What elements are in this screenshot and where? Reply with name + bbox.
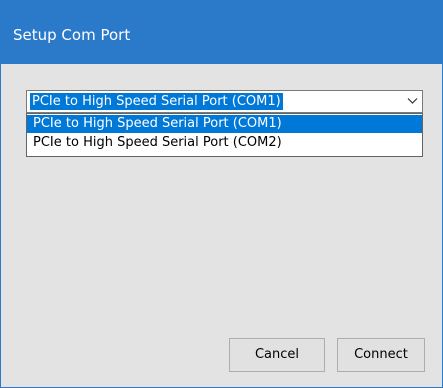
title-bar[interactable]: Setup Com Port	[1, 1, 442, 64]
com-port-dropdown-list: PCIe to High Speed Serial Port (COM1) PC…	[26, 113, 423, 157]
com-port-select[interactable]: PCIe to High Speed Serial Port (COM1)	[26, 90, 423, 113]
com-port-option-com1[interactable]: PCIe to High Speed Serial Port (COM1)	[27, 115, 422, 133]
cancel-button[interactable]: Cancel	[229, 338, 325, 372]
chevron-down-icon	[407, 98, 418, 104]
dialog-title: Setup Com Port	[13, 26, 131, 44]
setup-com-port-dialog: Setup Com Port PCIe to High Speed Serial…	[0, 0, 443, 388]
dropdown-arrow-button[interactable]	[404, 92, 421, 111]
com-port-select-value: PCIe to High Speed Serial Port (COM1)	[30, 93, 283, 110]
connect-button[interactable]: Connect	[337, 338, 425, 372]
com-port-option-com2[interactable]: PCIe to High Speed Serial Port (COM2)	[27, 134, 422, 152]
